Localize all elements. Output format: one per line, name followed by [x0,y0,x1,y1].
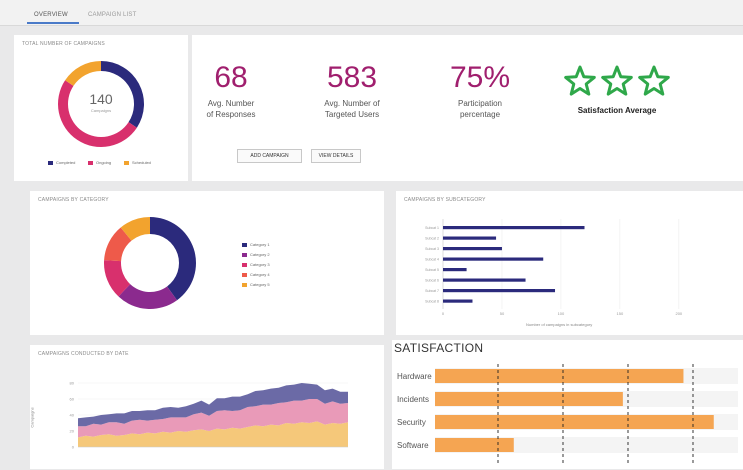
stat-value: 68 [214,61,248,94]
legend-swatch [242,242,247,247]
x-tick-label: 0 [442,311,445,316]
satisfaction-average-label: Satisfaction Average [577,106,657,115]
star-icon [564,65,596,96]
stat-responses: 68 Avg. Number of Responses [192,63,270,120]
x-tick-label: 50 [500,311,505,316]
legend-label: Category 4 [250,272,270,277]
stat-label: of Responses [206,110,256,119]
y-tick-label: 40 [70,413,75,418]
stat-label: Participation [457,99,503,108]
satisfaction-bar-software [435,438,514,452]
legend-category-1: Category 1 [242,242,270,247]
y-tick-label: Subcat 6 [425,279,439,283]
legend-swatch [242,252,247,257]
y-tick-label: 80 [70,381,75,386]
bar-subcat-2 [443,236,497,240]
total-campaigns-sub: Campaigns [90,108,112,113]
tab-bar: OVERVIEW CAMPAIGN LIST [0,0,743,26]
star-icon [601,65,633,96]
star-icon [638,65,670,96]
stat-label: percentage [459,110,501,119]
legend-label: Category 3 [250,262,270,267]
legend-swatch [242,272,247,277]
legend-label: Ongoing [96,160,112,165]
satisfaction-bar-security [435,415,714,429]
y-tick-label: 20 [70,429,75,434]
stat-value: 75% [449,61,511,94]
campaigns-area-chart: 0 20 40 60 80 [70,381,348,450]
legend-swatch [124,160,129,165]
donut-slice-scheduled [65,61,101,86]
legend-label: Category 5 [250,282,270,287]
bar-subcat-7 [443,289,556,293]
satisfaction-bar-hardware [435,369,684,383]
x-tick-label: 150 [617,311,624,316]
legend-swatch [88,160,93,165]
stat-value: 583 [326,61,378,94]
area-ylabel: Campaigns [29,407,35,428]
view-details-button[interactable]: VIEW DETAILS [311,149,361,163]
stat-label: Avg. Number of [324,99,380,108]
y-tick-label: 0 [72,445,75,450]
total-campaigns-panel: TOTAL NUMBER OF CAMPAIGNS 140 Campaigns … [14,35,188,181]
x-tick-label: 100 [558,311,565,316]
satisfaction-label-incidents: Incidents [397,395,430,404]
satisfaction-label-hardware: Hardware [397,372,432,381]
legend-category-3: Category 3 [242,262,270,267]
legend-swatch [48,160,53,165]
bar-subcat-5 [443,268,467,272]
total-campaigns-value: 140 [89,91,113,107]
subcategory-panel: CAMPAIGNS BY SUBCATEGORY 0 50 100 150 200 Sub… [396,191,743,335]
y-tick-label: Subcat 1 [425,226,439,230]
satisfaction-title: SATISFACTION [394,341,484,355]
donut-slice-category-1 [150,217,196,301]
legend-category-2: Category 2 [242,252,270,257]
bar-subcat-3 [443,247,502,251]
y-tick-label: Subcat 2 [425,237,439,241]
legend-swatch [242,282,247,287]
legend-label: Category 1 [250,242,270,247]
legend-category-4: Category 4 [242,272,270,277]
subcategory-xlabel: Number of campaigns in subcategory [526,322,593,327]
y-tick-label: Subcat 5 [425,268,439,272]
y-tick-label: Subcat 8 [425,300,439,304]
x-tick-label: 200 [675,311,682,316]
kpi-panel: 68 Avg. Number of Responses 583 Avg. Num… [192,35,743,181]
bar-subcat-8 [443,299,473,303]
legend-scheduled: Scheduled [124,160,151,165]
bar-subcat-6 [443,278,526,282]
legend-label: Completed [56,160,76,165]
bar-subcat-4 [443,257,544,261]
satisfaction-label-security: Security [397,418,426,427]
legend-category-5: Category 5 [242,282,270,287]
legend-label: Scheduled [132,160,151,165]
stat-participation: 75% Participation percentage [432,63,528,120]
satisfaction-label-software: Software [397,441,429,450]
add-campaign-button[interactable]: ADD CAMPAIGN [237,149,302,163]
legend-label: Category 2 [250,252,270,257]
legend-swatch [242,262,247,267]
stat-label: Avg. Number [207,99,255,108]
campaigns-by-date-panel: CAMPAIGNS CONDUCTED BY DATE 0 20 40 60 80 Ca… [30,345,384,469]
satisfaction-bar-chart [435,364,738,464]
category-donut [103,217,196,309]
tab-campaign-list[interactable]: CAMPAIGN LIST [88,12,137,18]
legend-ongoing: Ongoing [88,160,111,165]
satisfaction-average: Satisfaction Average [562,63,672,115]
stat-label: Targeted Users [324,110,380,119]
tab-divider [0,25,743,26]
y-tick-label: Subcat 3 [425,247,439,251]
category-panel: CAMPAIGNS BY CATEGORY Category 1 Categor… [30,191,384,335]
bar-subcat-1 [443,226,585,230]
stat-targeted-users: 583 Avg. Number of Targeted Users [304,63,400,120]
satisfaction-bar-incidents [435,392,623,406]
legend-completed: Completed [48,160,75,165]
y-tick-label: Subcat 4 [425,258,439,262]
y-tick-label: Subcat 7 [425,289,439,293]
subcategory-bar-chart: 0 50 100 150 200 Subcat 1 Subcat 2 Subcat 3 Subc… [425,219,683,316]
tab-overview[interactable]: OVERVIEW [34,12,68,18]
active-tab-indicator [27,22,79,24]
satisfaction-stars [564,65,670,96]
y-tick-label: 60 [70,397,75,402]
